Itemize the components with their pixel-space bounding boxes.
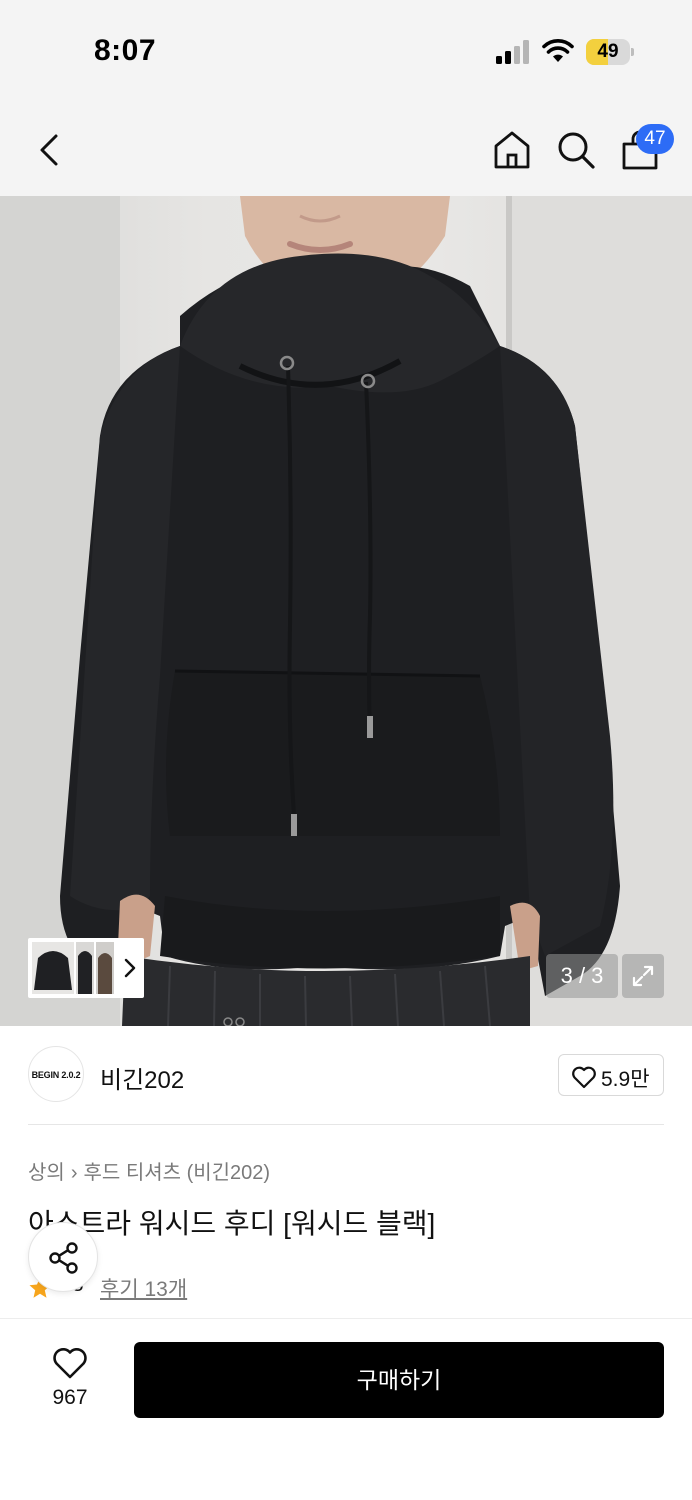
wishlist-count: 967 [52, 1386, 88, 1409]
product-image[interactable] [0, 196, 692, 1026]
cart-count-badge: 47 [636, 124, 674, 154]
status-bar: 8:07 49 [0, 0, 692, 100]
brand-like-button[interactable]: 5.9만 [558, 1054, 664, 1096]
image-counter: 3 / 3 [546, 954, 618, 998]
thumbnail-strip[interactable] [28, 938, 144, 998]
brand-like-count: 5.9만 [601, 1068, 650, 1091]
buy-button[interactable]: 구매하기 [134, 1342, 664, 1418]
expand-icon [632, 965, 654, 987]
battery-percent: 49 [597, 41, 619, 62]
search-icon[interactable] [554, 128, 598, 172]
divider [28, 1124, 664, 1125]
chevron-right-icon: › [70, 1162, 78, 1184]
chevron-right-icon [124, 958, 136, 978]
wishlist-button[interactable]: 967 [30, 1342, 110, 1416]
heart-icon [53, 1348, 87, 1379]
product-photo [0, 196, 692, 1026]
cellular-signal-icon [496, 40, 529, 64]
status-time: 8:07 [94, 34, 157, 67]
share-icon [49, 1242, 78, 1274]
brand-name[interactable]: 비긴202 [100, 1060, 184, 1095]
expand-button[interactable] [622, 954, 664, 998]
breadcrumb-subcategory[interactable]: 후드 티셔츠 (비긴202) [83, 1162, 270, 1184]
brand-logo[interactable]: BEGIN 2.0.2 [28, 1046, 84, 1102]
battery-indicator: 49 [586, 39, 634, 65]
review-count-link[interactable]: 후기 13개 [100, 1273, 187, 1303]
share-button[interactable] [28, 1222, 98, 1292]
breadcrumb: 상의 › 후드 티셔츠 (비긴202) [28, 1156, 270, 1185]
home-icon[interactable] [490, 128, 534, 172]
wifi-icon [542, 39, 574, 62]
back-icon[interactable] [30, 130, 70, 170]
breadcrumb-category[interactable]: 상의 [28, 1162, 65, 1184]
heart-icon [572, 1066, 596, 1089]
top-nav-bar [0, 100, 692, 196]
